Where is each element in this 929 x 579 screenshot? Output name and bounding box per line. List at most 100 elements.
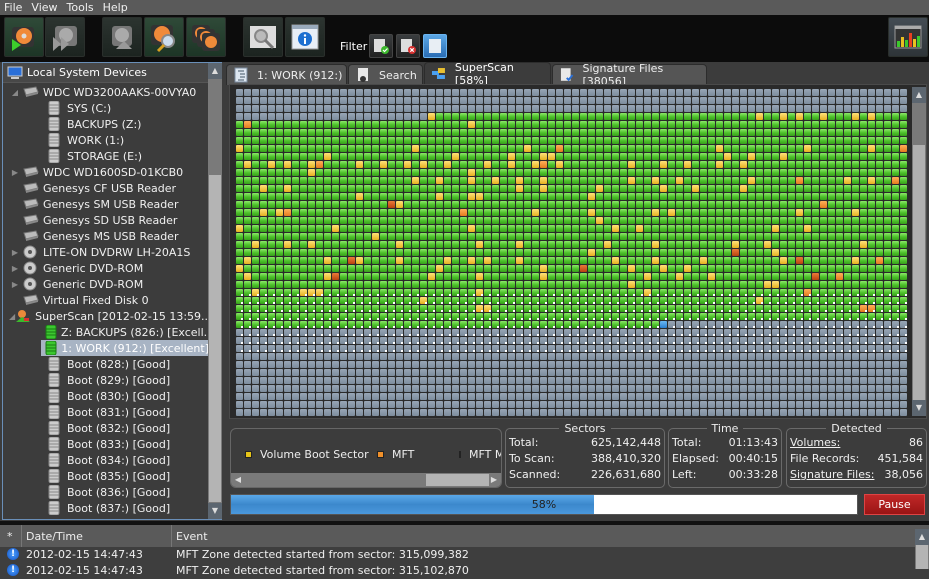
tree-item[interactable]: ▶ LITE-ON DVDRW LH-20A1S — [3, 244, 209, 260]
sector-cell-unscanned — [468, 361, 475, 368]
sector-cell-scanned — [388, 193, 395, 200]
recover-button[interactable] — [102, 17, 142, 57]
tree-item[interactable]: Boot (829:) [Good] — [3, 372, 209, 388]
legend-scroll-thumb[interactable] — [426, 474, 489, 486]
log-scroll-thumb[interactable] — [916, 545, 928, 569]
search-disk-button[interactable] — [144, 17, 184, 57]
sector-cell-unscanned — [700, 105, 707, 112]
tree-item[interactable]: SYS (C:) — [3, 100, 209, 116]
sector-cell-scanned — [644, 153, 651, 160]
tree-item[interactable]: STORAGE (E:) — [3, 148, 209, 164]
sector-cell-scanned — [460, 257, 467, 264]
collapse-arrow-icon[interactable]: ▶ — [9, 168, 21, 177]
menu-help[interactable]: Help — [99, 1, 133, 14]
tree-item[interactable]: Genesys SM USB Reader — [3, 196, 209, 212]
tree-item[interactable]: Boot (835:) [Good] — [3, 468, 209, 484]
tree-scrollbar[interactable]: ▲ ▼ — [208, 63, 222, 519]
legend-scrollbar[interactable]: ◀ ▶ — [231, 473, 501, 487]
log-col-marker[interactable]: * — [7, 530, 13, 543]
tab-superscan[interactable]: SuperScan [58%] — [424, 61, 551, 87]
tree-item[interactable]: ◢ WDC WD3200AAKS-00VYA0 — [3, 84, 209, 100]
scroll-down-arrow-icon[interactable]: ▼ — [912, 400, 926, 416]
tree-item[interactable]: Genesys SD USB Reader — [3, 212, 209, 228]
sector-cell-scanned — [716, 265, 723, 272]
tree-item[interactable]: Boot (836:) [Good] — [3, 484, 209, 500]
sector-cell-scanned — [860, 161, 867, 168]
sector-cell-scanned — [412, 241, 419, 248]
scroll-down-arrow-icon[interactable]: ▼ — [208, 503, 222, 519]
tree-item[interactable]: 1: WORK (912:) [Excellent] — [41, 340, 209, 356]
sector-cell-unscanned — [324, 105, 331, 112]
sector-cell-scanned — [500, 289, 507, 296]
collapse-arrow-icon[interactable]: ▶ — [9, 248, 21, 257]
filter-all-button[interactable] — [423, 34, 447, 58]
log-row[interactable]: ! 2012-02-15 14:47:43 MFT Zone detected … — [0, 547, 929, 563]
tree-item[interactable]: Genesys MS USB Reader — [3, 228, 209, 244]
menu-tools[interactable]: Tools — [63, 1, 99, 14]
map-scroll-thumb[interactable] — [913, 145, 925, 400]
tree-item[interactable]: Genesys CF USB Reader — [3, 180, 209, 196]
sector-cell-unscanned — [284, 353, 291, 360]
scroll-right-arrow-icon[interactable]: ▶ — [487, 473, 501, 487]
scan-disk-button[interactable] — [4, 17, 44, 57]
scroll-left-arrow-icon[interactable]: ◀ — [231, 473, 245, 487]
tree-item[interactable]: ◢ SuperScan [2012-02-15 13:59... — [3, 308, 212, 324]
collapse-arrow-icon[interactable]: ▶ — [9, 264, 21, 273]
column-divider[interactable] — [171, 525, 172, 547]
scroll-up-arrow-icon[interactable]: ▲ — [912, 87, 926, 103]
tree-scroll-thumb[interactable] — [209, 175, 221, 502]
tree-item[interactable]: Boot (833:) [Good] — [3, 436, 209, 452]
signature-files-link[interactable]: Signature Files: — [790, 467, 874, 483]
tree-item[interactable]: ▶ Generic DVD-ROM — [3, 260, 209, 276]
volumes-link[interactable]: Volumes: — [790, 435, 840, 451]
resume-scan-button[interactable] — [45, 17, 85, 57]
preview-button[interactable] — [243, 17, 283, 57]
sector-cell-scanned — [580, 289, 587, 296]
tab-signature-files[interactable]: Signature Files [38056] — [552, 62, 707, 88]
menu-view[interactable]: View — [27, 1, 62, 14]
tree-item[interactable]: Z: BACKUPS (826:) [Excell... — [3, 324, 214, 340]
sector-cell-unscanned — [652, 89, 659, 96]
filter-existing-button[interactable] — [369, 34, 393, 58]
properties-button[interactable] — [285, 17, 325, 57]
tab-work-volume[interactable]: 1: WORK (912:) — [226, 64, 347, 85]
sector-cell-unscanned — [860, 321, 867, 328]
map-scrollbar[interactable]: ▲ ▼ — [912, 87, 926, 416]
tree-item[interactable]: Boot (830:) [Good] — [3, 388, 209, 404]
log-col-datetime[interactable]: Date/Time — [26, 530, 83, 543]
sector-cell-scanned — [804, 281, 811, 288]
tree-item[interactable]: Boot (837:) [Good] — [3, 500, 209, 516]
tab-search[interactable]: Search — [348, 64, 423, 85]
filter-deleted-button[interactable] — [396, 34, 420, 58]
log-scrollbar[interactable]: ▲ — [915, 529, 929, 569]
tree-item[interactable]: Boot (828:) [Good] — [3, 356, 209, 372]
sector-cell-unscanned — [812, 369, 819, 376]
log-col-event[interactable]: Event — [176, 530, 208, 543]
tree-item[interactable]: Boot (834:) [Good] — [3, 452, 209, 468]
statistics-button[interactable] — [888, 17, 928, 57]
sector-cell-scanned — [812, 169, 819, 176]
menu-file[interactable]: File — [0, 1, 27, 14]
scroll-up-arrow-icon[interactable]: ▲ — [208, 63, 222, 79]
tree-item[interactable]: Virtual Fixed Disk 0 — [3, 292, 209, 308]
sector-cell-unscanned — [892, 321, 899, 328]
tree-item[interactable]: BACKUPS (Z:) — [3, 116, 209, 132]
detected-file-records: File Records: 451,584 — [790, 451, 923, 467]
scroll-up-arrow-icon[interactable]: ▲ — [915, 529, 929, 545]
tree-item[interactable]: WORK (1:) — [3, 132, 209, 148]
sector-cell-scanned — [412, 265, 419, 272]
tree-item[interactable]: ▶ WDC WD1600SD-01KCB0 — [3, 164, 209, 180]
sector-cell-scanned — [572, 161, 579, 168]
column-divider[interactable] — [21, 525, 22, 547]
tree-item[interactable]: Boot (831:) [Good] — [3, 404, 209, 420]
pause-button[interactable]: Pause — [864, 494, 925, 515]
sector-cell-scanned — [524, 297, 531, 304]
tree-item[interactable]: Boot (832:) [Good] — [3, 420, 209, 436]
tree-item[interactable]: ▶ Generic DVD-ROM — [3, 276, 209, 292]
expand-arrow-icon[interactable]: ◢ — [9, 88, 21, 97]
disk-images-button[interactable] — [186, 17, 226, 57]
collapse-arrow-icon[interactable]: ▶ — [9, 280, 21, 289]
sector-cell-scanned — [668, 241, 675, 248]
log-row[interactable]: ! 2012-02-15 14:47:43 MFT Zone detected … — [0, 563, 929, 579]
sector-cell-unscanned — [388, 377, 395, 384]
